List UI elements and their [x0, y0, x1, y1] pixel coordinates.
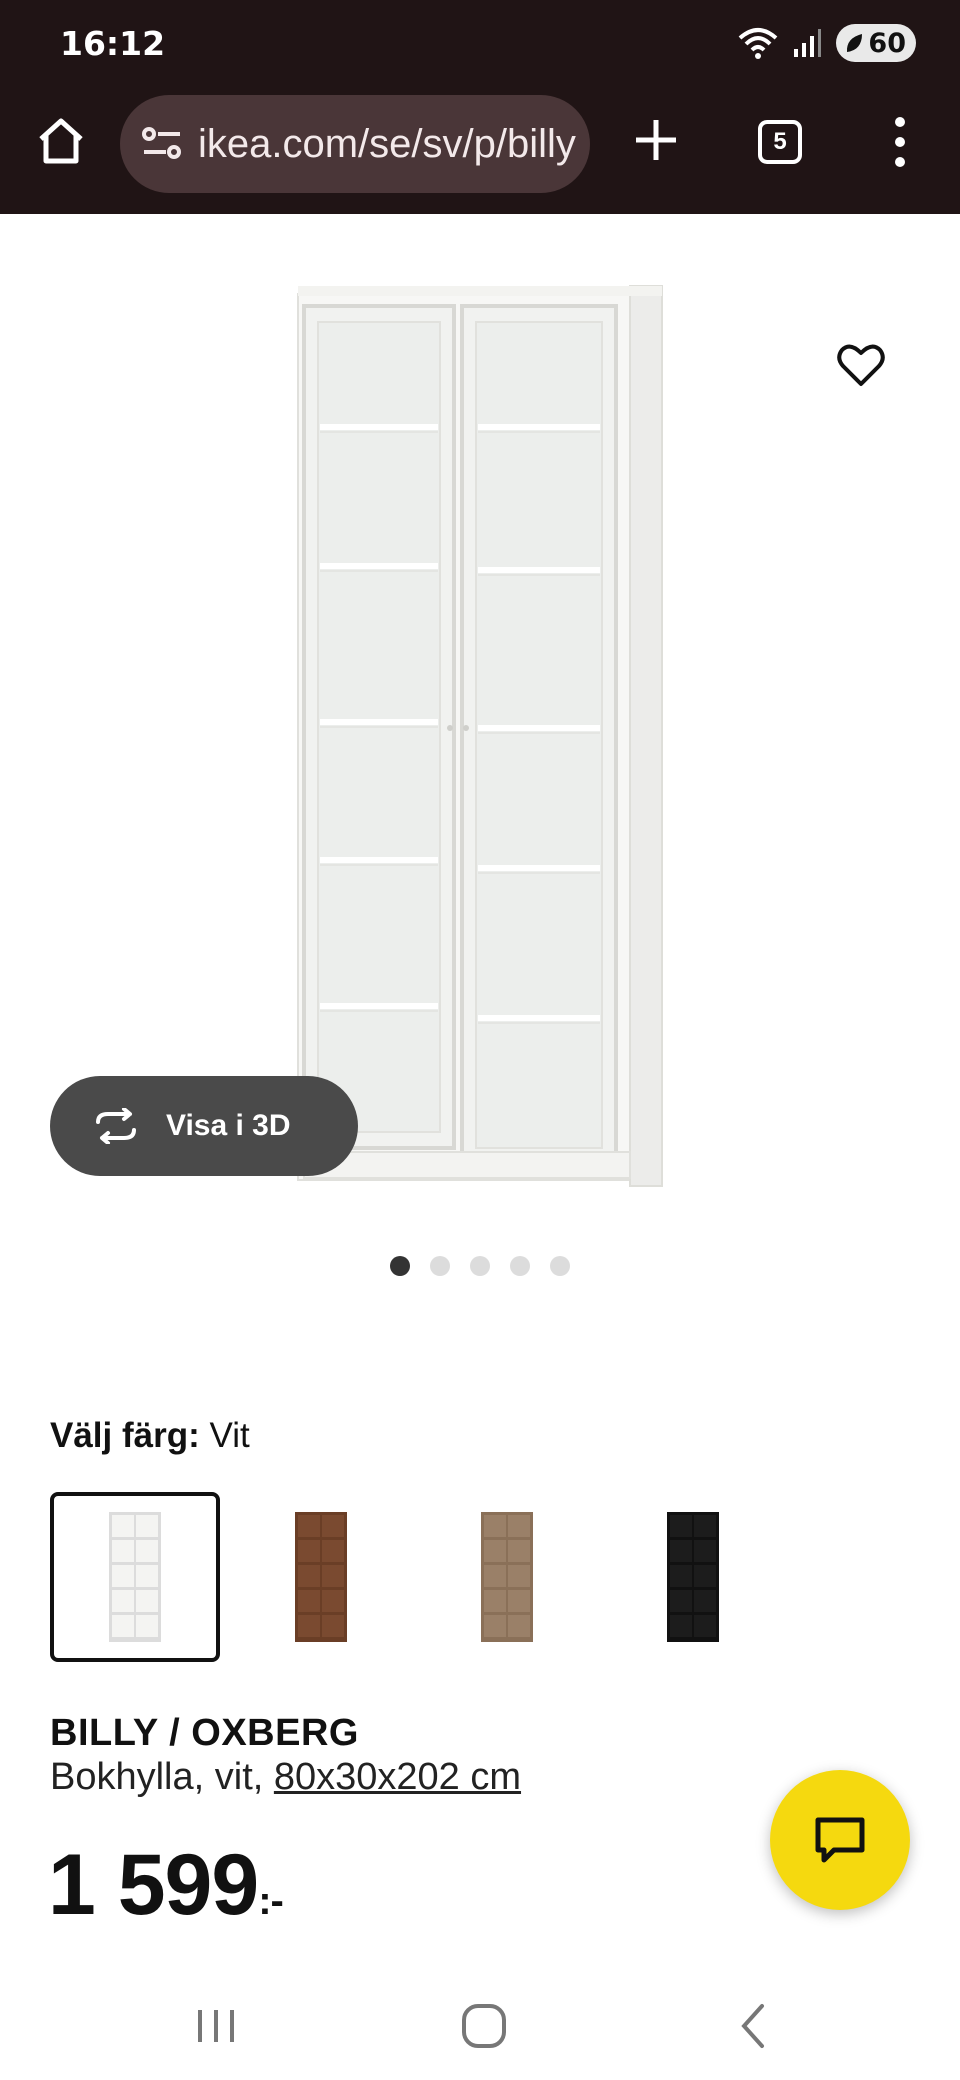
view-in-3d-label: Visa i 3D: [166, 1109, 291, 1142]
rotate-3d-icon: [96, 1108, 136, 1144]
swatch-oak[interactable]: [422, 1492, 592, 1662]
battery-indicator: 60: [836, 24, 916, 62]
swatch-brown[interactable]: [236, 1492, 406, 1662]
home-button[interactable]: [30, 110, 92, 172]
product-dimensions-link[interactable]: 80x30x202 cm: [274, 1756, 521, 1798]
system-nav-bar: [0, 1966, 960, 2080]
swatch-oak-image: [481, 1512, 533, 1642]
swatch-black-image: [667, 1512, 719, 1642]
gallery-pagination: [390, 1256, 570, 1276]
status-icons: 60: [738, 24, 916, 62]
color-swatches: [50, 1492, 778, 1662]
wifi-icon: [739, 28, 778, 59]
new-tab-icon[interactable]: [628, 112, 684, 168]
gallery-dot[interactable]: [430, 1256, 450, 1276]
tab-switcher-button[interactable]: 5: [758, 120, 802, 164]
color-label-title: Välj färg:: [50, 1416, 200, 1455]
product-type: Bokhylla, vit,: [50, 1756, 274, 1798]
gallery-dot[interactable]: [390, 1256, 410, 1276]
product-name: BILLY / OXBERG: [50, 1712, 359, 1754]
swatch-white[interactable]: [50, 1492, 220, 1662]
back-nav-icon[interactable]: [724, 1996, 784, 2056]
recent-apps-icon[interactable]: [186, 1996, 246, 2056]
signal-icon: [794, 29, 822, 57]
swatch-black[interactable]: [608, 1492, 778, 1662]
chat-button[interactable]: [770, 1770, 910, 1910]
battery-level: 60: [868, 27, 906, 59]
browser-chrome: 16:12 60 ikea.com/se/sv/p/billy 5: [0, 0, 960, 214]
gallery-dot[interactable]: [510, 1256, 530, 1276]
site-settings-icon: [142, 127, 181, 159]
color-picker-label: Välj färg: Vit: [50, 1416, 250, 1456]
home-icon: [39, 118, 83, 164]
home-nav-icon[interactable]: [454, 1996, 514, 2056]
gallery-dot[interactable]: [550, 1256, 570, 1276]
gallery-dot[interactable]: [470, 1256, 490, 1276]
color-selected-value: Vit: [209, 1416, 250, 1455]
leaf-icon: [847, 34, 863, 52]
view-in-3d-button[interactable]: Visa i 3D: [50, 1076, 358, 1176]
status-time: 16:12: [60, 24, 166, 63]
product-description: Bokhylla, vit, 80x30x202 cm: [50, 1756, 521, 1799]
chat-icon: [815, 1817, 865, 1863]
swatch-white-image: [109, 1512, 161, 1642]
url-text: ikea.com/se/sv/p/billy: [198, 121, 576, 166]
more-menu-icon[interactable]: [880, 112, 920, 172]
product-image[interactable]: [290, 282, 670, 1212]
heart-icon[interactable]: [836, 340, 886, 390]
price-value: 1 599: [48, 1837, 259, 1933]
swatch-brown-image: [295, 1512, 347, 1642]
product-price: 1 599:-: [48, 1836, 284, 1935]
url-bar[interactable]: ikea.com/se/sv/p/billy: [120, 95, 590, 193]
price-suffix: :-: [258, 1879, 284, 1923]
